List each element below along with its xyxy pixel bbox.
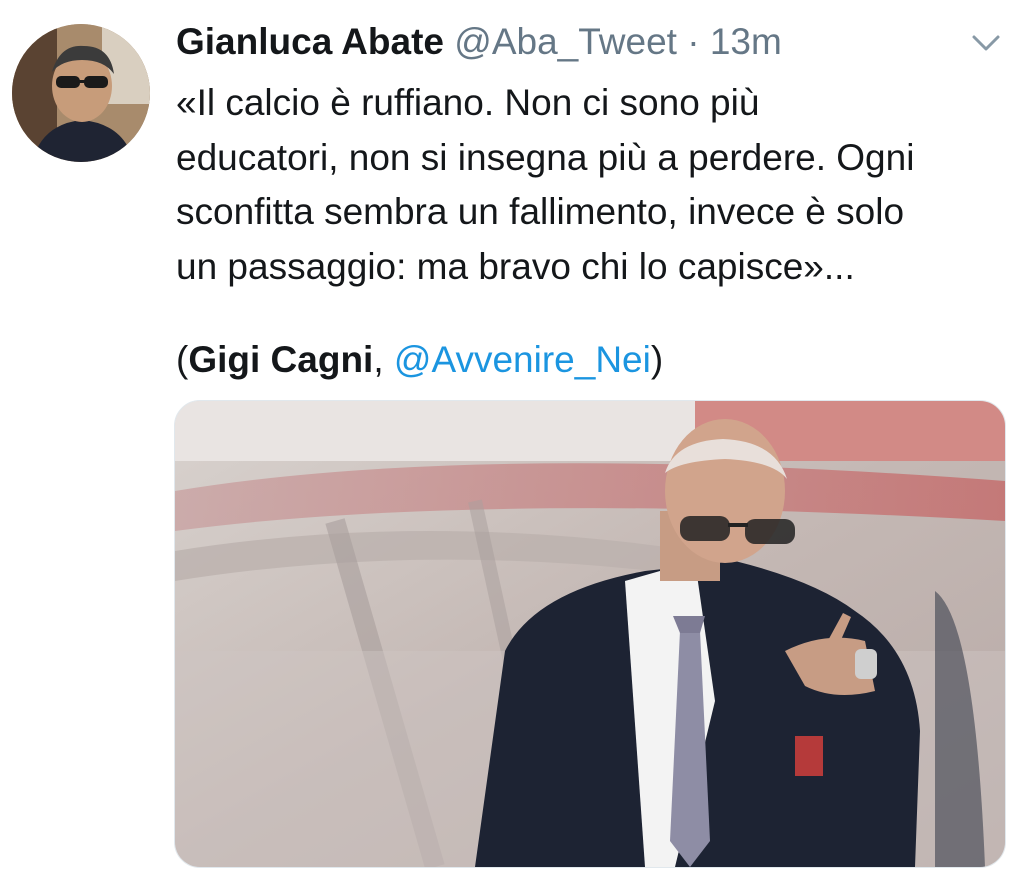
attribution-comma: ,: [373, 339, 394, 380]
author-handle[interactable]: @Aba_Tweet: [454, 21, 677, 62]
tweet-timestamp[interactable]: 13m: [710, 21, 782, 62]
tweet-media-photo[interactable]: [174, 400, 1006, 868]
tweet-attribution: (Gigi Cagni, @Avvenire_Nei): [176, 333, 663, 387]
quoted-person: Gigi Cagni: [188, 339, 374, 380]
chevron-down-icon[interactable]: [966, 28, 1006, 58]
tweet-text-line: educatori, non si insegna più a perdere.…: [176, 136, 915, 178]
close-paren: ): [650, 339, 664, 380]
header-separator: ·: [687, 21, 700, 62]
tweet-header: Gianluca Abate @Aba_Tweet · 13m: [176, 20, 782, 64]
open-paren: (: [176, 339, 189, 380]
media-image: [175, 401, 1005, 867]
mention-link[interactable]: @Avvenire_Nei: [394, 339, 651, 380]
author-name[interactable]: Gianluca Abate: [176, 21, 444, 62]
tweet-text-line: un passaggio: ma bravo chi lo capisce»..…: [176, 245, 855, 287]
tweet-text: «Il calcio è ruffiano. Non ci sono più e…: [176, 76, 1006, 294]
avatar-image: [12, 24, 150, 162]
tweet-text-line: sconfitta sembra un fallimento, invece è…: [176, 191, 905, 232]
tweet-text-line: «Il calcio è ruffiano. Non ci sono più: [176, 82, 760, 123]
avatar[interactable]: [12, 24, 150, 162]
